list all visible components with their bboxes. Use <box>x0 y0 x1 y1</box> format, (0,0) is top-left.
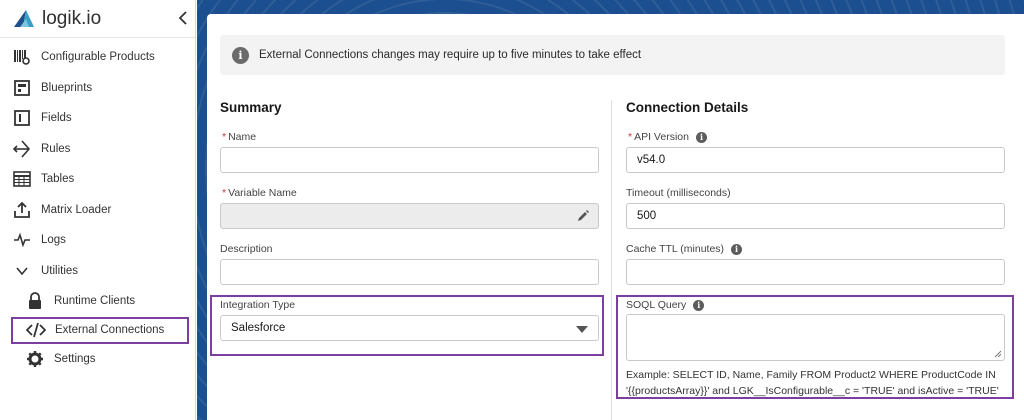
cache-ttl-input[interactable] <box>626 259 1005 285</box>
field-icon <box>12 109 32 127</box>
sidebar-item-label: Runtime Clients <box>54 295 136 308</box>
sidebar-item-label: Tables <box>41 173 75 186</box>
brand: logik.io <box>0 0 195 38</box>
pencil-icon[interactable] <box>577 210 589 222</box>
variable-name-label: * Variable Name <box>222 187 297 199</box>
integration-type-select[interactable]: Salesforce <box>220 315 599 341</box>
lock-icon <box>25 292 45 310</box>
sidebar-item-tables[interactable]: Tables <box>0 164 195 195</box>
gear-icon <box>25 350 45 368</box>
chevron-left-icon[interactable] <box>176 9 190 27</box>
sidebar-item-label: Blueprints <box>41 81 93 94</box>
description-label: Description <box>220 243 273 255</box>
table-icon <box>12 170 32 188</box>
alert-text: External Connections changes may require… <box>259 49 642 61</box>
sidebar-item-label: Fields <box>41 112 72 125</box>
sidebar-item-label: External Connections <box>55 324 165 336</box>
info-icon[interactable]: i <box>693 299 705 311</box>
sidebar-item-configurable-products[interactable]: Configurable Products <box>0 42 195 73</box>
caret-down-icon <box>576 326 588 333</box>
sidebar-item-external-connections[interactable]: External Connections <box>11 316 189 344</box>
soql-query-label: SOQL Query i <box>626 299 705 311</box>
cache-ttl-label: Cache TTL (minutes) i <box>626 243 743 255</box>
name-input[interactable] <box>220 147 599 173</box>
sidebar-item-label: Logs <box>41 234 66 247</box>
column-divider <box>611 100 612 420</box>
sidebar-item-label: Rules <box>41 142 71 155</box>
sidebar-item-label: Configurable Products <box>41 51 155 64</box>
api-version-label: * API Version i <box>628 131 707 143</box>
sidebar-item-utilities[interactable]: Utilities <box>0 256 195 287</box>
required-marker: * <box>222 187 227 199</box>
sidebar-item-logs[interactable]: Logs <box>0 225 195 256</box>
sidebar: logik.io Configurable Products Blueprint… <box>0 0 196 420</box>
code-icon <box>26 321 46 339</box>
sidebar-item-rules[interactable]: Rules <box>0 134 195 165</box>
sidebar-nav: Configurable Products Blueprints Fields … <box>0 38 195 374</box>
sidebar-item-runtime-clients[interactable]: Runtime Clients <box>0 286 195 317</box>
sidebar-item-settings[interactable]: Settings <box>0 344 195 375</box>
sidebar-item-label: Matrix Loader <box>41 203 112 216</box>
logik-logo-icon <box>14 9 34 27</box>
blueprint-icon <box>12 79 32 97</box>
info-icon: i <box>232 46 249 64</box>
timeout-label: Timeout (milliseconds) <box>626 187 731 199</box>
variable-name-input[interactable] <box>220 203 599 229</box>
info-alert: i External Connections changes may requi… <box>220 35 1005 75</box>
brand-name: logik.io <box>42 7 102 29</box>
info-icon[interactable]: i <box>695 131 707 143</box>
soql-example-text: Example: SELECT ID, Name, Family FROM Pr… <box>626 369 999 397</box>
name-label: * Name <box>222 131 257 143</box>
resize-grip-icon[interactable] <box>994 350 1002 358</box>
sidebar-item-label: Settings <box>54 352 96 365</box>
pulse-icon <box>12 231 32 249</box>
sidebar-item-fields[interactable]: Fields <box>0 103 195 134</box>
info-icon[interactable]: i <box>731 243 743 255</box>
summary-title: Summary <box>220 100 282 115</box>
configurable-products-icon <box>12 48 32 66</box>
required-marker: * <box>222 131 227 143</box>
connection-details-title: Connection Details <box>626 100 749 115</box>
sidebar-item-blueprints[interactable]: Blueprints <box>0 73 195 104</box>
required-marker: * <box>628 131 633 143</box>
api-version-input[interactable]: v54.0 <box>626 147 1005 173</box>
description-input[interactable] <box>220 259 599 285</box>
timeout-input[interactable]: 500 <box>626 203 1005 229</box>
upload-icon <box>12 201 32 219</box>
chevron-down-icon <box>12 262 32 280</box>
sidebar-item-label: Utilities <box>41 264 79 277</box>
soql-query-textarea[interactable] <box>626 314 1005 361</box>
rules-icon <box>12 140 32 158</box>
sidebar-item-matrix-loader[interactable]: Matrix Loader <box>0 195 195 226</box>
integration-type-label: Integration Type <box>220 299 296 311</box>
